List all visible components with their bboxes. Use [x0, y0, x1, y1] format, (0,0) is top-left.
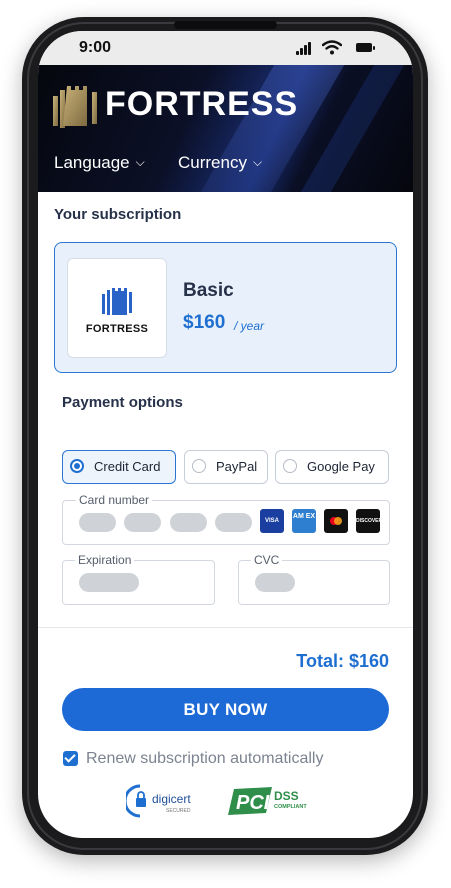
- amex-icon: AM EX: [292, 509, 316, 533]
- cvc-field[interactable]: CVC: [238, 553, 390, 605]
- paypal-label: PayPal: [216, 459, 258, 474]
- subscription-heading: Your subscription: [54, 206, 182, 223]
- plan-period: / year: [234, 319, 265, 333]
- currency-dropdown[interactable]: Currency ⌵: [178, 153, 262, 173]
- masked-digits: [170, 513, 207, 532]
- status-time: 9:00: [79, 39, 112, 56]
- google-pay-option[interactable]: Google Pay: [275, 450, 389, 484]
- pci-compliant-text: COMPLIANT: [274, 804, 307, 810]
- fortress-castle-icon: [53, 86, 97, 128]
- divider: [38, 627, 413, 628]
- visa-icon: VISA: [260, 509, 284, 533]
- masked-digits: [124, 513, 161, 532]
- masked-digits: [79, 513, 116, 532]
- order-total: Total: $160: [296, 651, 389, 671]
- digicert-secured-badge: digicert SECURED: [126, 784, 191, 818]
- language-dropdown[interactable]: Language ⌵: [54, 153, 145, 173]
- credit-card-option[interactable]: Credit Card: [62, 450, 176, 484]
- brand-logo-text: FORTRESS: [105, 85, 299, 123]
- cellular-signal-icon: [296, 42, 312, 55]
- masked-digits: [215, 513, 252, 532]
- pci-dss-text: DSS: [274, 789, 299, 803]
- header-banner: FORTRESS Language ⌵ Currency ⌵: [38, 65, 413, 192]
- pci-dss-compliant-badge: PCI DSS COMPLIANT: [228, 787, 307, 815]
- paypal-option[interactable]: PayPal: [184, 450, 268, 484]
- masked-cvc: [255, 573, 295, 592]
- google-pay-label: Google Pay: [307, 459, 375, 474]
- digicert-secured-text: SECURED: [166, 808, 191, 814]
- radio-unselected-icon: [192, 459, 206, 473]
- radio-unselected-icon: [283, 459, 297, 473]
- phone-screen: 9:00 FORTRESS Language ⌵ Currency ⌵ Your s…: [38, 31, 413, 838]
- buy-now-button[interactable]: BUY NOW: [62, 688, 389, 731]
- renew-checkbox[interactable]: [63, 751, 78, 766]
- mastercard-icon: [324, 509, 348, 533]
- renew-label: Renew subscription automatically: [86, 750, 324, 767]
- language-label: Language: [54, 153, 130, 172]
- digicert-text: digicert: [152, 792, 191, 806]
- chevron-down-icon: ⌵: [252, 155, 263, 169]
- masked-expiration: [79, 573, 139, 592]
- wifi-icon: [322, 40, 342, 55]
- radio-selected-icon: [70, 459, 84, 473]
- credit-card-label: Credit Card: [94, 459, 161, 474]
- payment-options-heading: Payment options: [62, 394, 183, 411]
- plan-card: FORTRESS Basic $160 / year: [54, 242, 397, 373]
- currency-label: Currency: [178, 153, 247, 172]
- discover-icon: DISCOVER: [356, 509, 382, 533]
- expiration-label: Expiration: [75, 553, 135, 567]
- expiration-field[interactable]: Expiration: [62, 553, 215, 605]
- pci-text: PCI: [236, 792, 270, 814]
- plan-price: $160: [183, 312, 226, 333]
- plan-logo: FORTRESS: [67, 258, 167, 358]
- plan-name: Basic: [183, 280, 234, 301]
- speaker-notch: [174, 21, 277, 29]
- plan-logo-text: FORTRESS: [85, 323, 149, 335]
- chevron-down-icon: ⌵: [135, 155, 145, 169]
- battery-icon: [356, 43, 375, 52]
- fortress-castle-icon: [102, 288, 132, 315]
- cvc-label: CVC: [251, 553, 283, 567]
- card-number-label: Card number: [76, 493, 153, 507]
- status-bar: 9:00: [38, 31, 413, 65]
